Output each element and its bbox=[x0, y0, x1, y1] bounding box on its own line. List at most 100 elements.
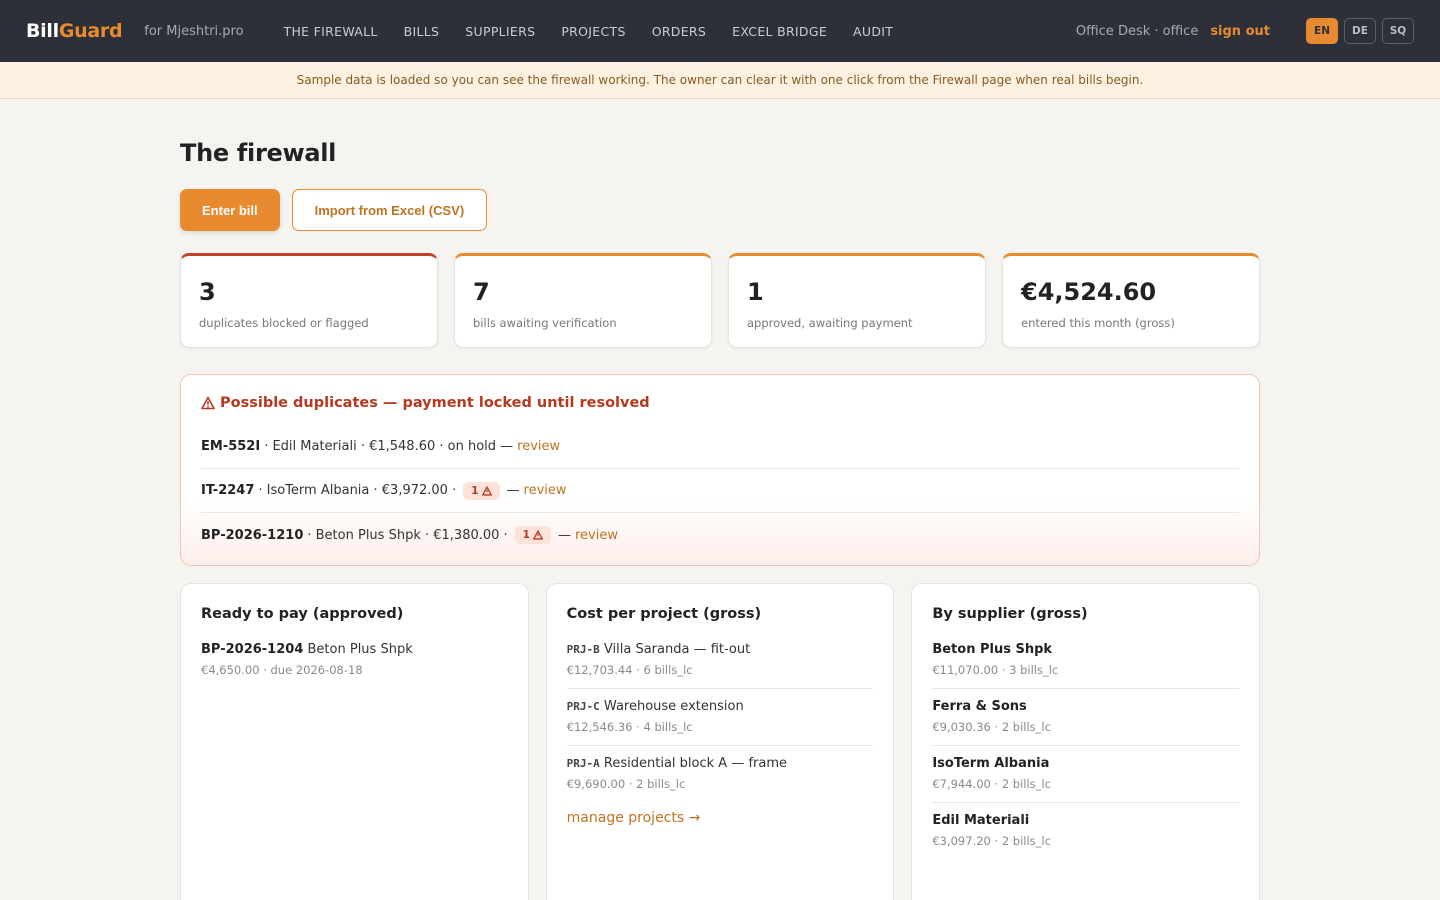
duplicates-panel: Possible duplicates — payment locked unt… bbox=[180, 374, 1260, 566]
project-code: PRJ-B bbox=[566, 643, 600, 656]
stat-value: 7 bbox=[473, 278, 490, 306]
ready-to-pay-panel: Ready to pay (approved) BP-2026-1204 Bet… bbox=[180, 583, 529, 900]
stat-label: bills awaiting verification bbox=[473, 316, 617, 330]
bill-details: · Edil Materiali · €1,548.60 · on hold — bbox=[264, 439, 514, 454]
badge-count: 1 bbox=[471, 484, 479, 497]
item-subtext: €3,097.20 · 2 bills_lc bbox=[932, 834, 1051, 848]
app-logo[interactable]: BillGuard bbox=[26, 20, 123, 42]
action-bar: Enter bill Import from Excel (CSV) bbox=[180, 189, 1260, 231]
warning-icon bbox=[201, 396, 215, 410]
user-label: Office Desk · office bbox=[1075, 23, 1199, 39]
cost-per-project-panel: Cost per project (gross) PRJ-B Villa Sar… bbox=[545, 583, 895, 900]
list-item[interactable]: PRJ-A Residential block A — frame €9,690… bbox=[567, 746, 874, 802]
nav-suppliers[interactable]: SUPPLIERS bbox=[465, 24, 535, 39]
bill-code: BP-2026-1204 bbox=[201, 642, 304, 657]
manage-projects-link[interactable]: manage projects → bbox=[567, 806, 874, 826]
item-subtext: €12,546.36 · 4 bills_lc bbox=[566, 720, 693, 734]
language-switcher: EN DE SQ bbox=[1306, 18, 1414, 44]
duplicate-row: BP-2026-1210 · Beton Plus Shpk · €1,380.… bbox=[201, 513, 1239, 557]
project-code: PRJ-C bbox=[566, 700, 600, 713]
stat-card-awaiting-verification: 7 bills awaiting verification bbox=[454, 253, 712, 348]
supplier-name: Beton Plus Shpk bbox=[932, 642, 1053, 657]
duplicates-list: EM-552I · Edil Materiali · €1,548.60 · o… bbox=[201, 425, 1239, 557]
main-content: The firewall Enter bill Import from Exce… bbox=[180, 99, 1260, 900]
lang-en-button[interactable]: EN bbox=[1306, 18, 1338, 44]
bill-details: · IsoTerm Albania · €3,972.00 · bbox=[258, 483, 457, 498]
project-code: PRJ-A bbox=[566, 757, 600, 770]
project-name: Villa Saranda — fit-out bbox=[603, 642, 751, 657]
stat-value: 1 bbox=[747, 278, 764, 306]
list-item[interactable]: Beton Plus Shpk €11,070.00 · 3 bills_lc bbox=[932, 642, 1239, 689]
supplier-name: IsoTerm Albania bbox=[932, 756, 1050, 771]
stat-value: €4,524.60 bbox=[1021, 278, 1157, 306]
bill-code: IT-2247 bbox=[201, 483, 255, 498]
panel-title: By supplier (gross) bbox=[932, 606, 1088, 622]
summary-columns: Ready to pay (approved) BP-2026-1204 Bet… bbox=[180, 583, 1260, 900]
panel-title: Ready to pay (approved) bbox=[201, 606, 404, 622]
list-item[interactable]: BP-2026-1204 Beton Plus Shpk €4,650.00 ·… bbox=[201, 642, 508, 688]
stat-value: 3 bbox=[199, 278, 216, 306]
duplicate-row: IT-2247 · IsoTerm Albania · €3,972.00 · … bbox=[201, 469, 1239, 513]
duplicate-row: EM-552I · Edil Materiali · €1,548.60 · o… bbox=[201, 425, 1239, 469]
review-link[interactable]: review bbox=[524, 483, 567, 498]
bill-details: · Beton Plus Shpk · €1,380.00 · bbox=[307, 527, 508, 543]
panel-title: Cost per project (gross) bbox=[566, 606, 762, 622]
sign-out-link[interactable]: sign out bbox=[1210, 24, 1270, 39]
supplier-name: Ferra & Sons bbox=[932, 699, 1027, 714]
duplicate-count-badge: 1 bbox=[463, 481, 500, 500]
enter-bill-button[interactable]: Enter bill bbox=[180, 189, 280, 231]
logo-text-bill: Bill bbox=[26, 20, 59, 42]
item-subtext: €4,650.00 · due 2026-08-18 bbox=[201, 663, 363, 677]
warning-icon bbox=[533, 530, 543, 540]
nav-firewall[interactable]: THE FIREWALL bbox=[284, 24, 378, 39]
dash-separator: — bbox=[557, 527, 571, 543]
review-link[interactable]: review bbox=[575, 528, 618, 543]
supplier-name: Beton Plus Shpk bbox=[307, 642, 413, 657]
lang-de-button[interactable]: DE bbox=[1344, 18, 1376, 44]
project-list: PRJ-B Villa Saranda — fit-out €12,703.44… bbox=[566, 642, 874, 802]
tenant-label: for Mjeshtri.pro bbox=[144, 23, 244, 39]
nav-projects[interactable]: PROJECTS bbox=[561, 24, 625, 39]
badge-count: 1 bbox=[522, 529, 530, 541]
top-navbar: BillGuard for Mjeshtri.pro THE FIREWALL … bbox=[0, 0, 1440, 62]
list-item[interactable]: Ferra & Sons €9,030.36 · 2 bills_lc bbox=[932, 689, 1239, 746]
stat-label: approved, awaiting payment bbox=[747, 316, 913, 330]
by-supplier-panel: By supplier (gross) Beton Plus Shpk €11,… bbox=[911, 583, 1260, 900]
user-area: Office Desk · office sign out EN DE SQ bbox=[1076, 18, 1414, 44]
sample-data-banner: Sample data is loaded so you can see the… bbox=[0, 62, 1440, 99]
list-item[interactable]: PRJ-C Warehouse extension €12,546.36 · 4… bbox=[566, 689, 874, 746]
item-subtext: €9,690.00 · 2 bills_lc bbox=[566, 777, 686, 791]
stat-label: duplicates blocked or flagged bbox=[199, 316, 369, 330]
item-subtext: €12,703.44 · 6 bills_lc bbox=[566, 663, 693, 677]
bill-code: BP-2026-1210 bbox=[201, 527, 304, 543]
import-csv-button[interactable]: Import from Excel (CSV) bbox=[291, 189, 488, 231]
item-subtext: €11,070.00 · 3 bills_lc bbox=[932, 663, 1059, 677]
list-item[interactable]: IsoTerm Albania €7,944.00 · 2 bills_lc bbox=[932, 746, 1239, 803]
lang-sq-button[interactable]: SQ bbox=[1382, 18, 1414, 44]
nav-orders[interactable]: ORDERS bbox=[652, 24, 706, 39]
stats-row: 3 duplicates blocked or flagged 7 bills … bbox=[180, 253, 1260, 348]
page-title: The firewall bbox=[180, 139, 337, 167]
bill-code: EM-552I bbox=[201, 439, 261, 454]
nav-excel-bridge[interactable]: EXCEL BRIDGE bbox=[732, 24, 827, 39]
stat-card-entered-month: €4,524.60 entered this month (gross) bbox=[1002, 253, 1260, 348]
review-link[interactable]: review bbox=[517, 439, 560, 454]
project-name: Residential block A — frame bbox=[603, 756, 787, 771]
stat-card-duplicates: 3 duplicates blocked or flagged bbox=[180, 253, 438, 348]
stat-label: entered this month (gross) bbox=[1021, 316, 1175, 330]
ready-to-pay-list: BP-2026-1204 Beton Plus Shpk €4,650.00 ·… bbox=[201, 642, 508, 688]
duplicate-count-badge: 1 bbox=[514, 526, 551, 544]
nav-audit[interactable]: AUDIT bbox=[853, 24, 893, 39]
project-name: Warehouse extension bbox=[603, 699, 744, 714]
item-subtext: €9,030.36 · 2 bills_lc bbox=[932, 720, 1051, 734]
main-nav: THE FIREWALL BILLS SUPPLIERS PROJECTS OR… bbox=[284, 24, 894, 39]
logo-text-guard: Guard bbox=[58, 20, 123, 42]
duplicates-title-text: Possible duplicates — payment locked unt… bbox=[220, 395, 650, 411]
item-subtext: €7,944.00 · 2 bills_lc bbox=[932, 777, 1051, 791]
supplier-name: Edil Materiali bbox=[932, 813, 1030, 828]
nav-bills[interactable]: BILLS bbox=[404, 24, 440, 39]
dash-separator: — bbox=[506, 483, 520, 498]
stat-card-awaiting-payment: 1 approved, awaiting payment bbox=[728, 253, 986, 348]
list-item[interactable]: Edil Materiali €3,097.20 · 2 bills_lc bbox=[932, 803, 1239, 859]
list-item[interactable]: PRJ-B Villa Saranda — fit-out €12,703.44… bbox=[566, 642, 874, 689]
